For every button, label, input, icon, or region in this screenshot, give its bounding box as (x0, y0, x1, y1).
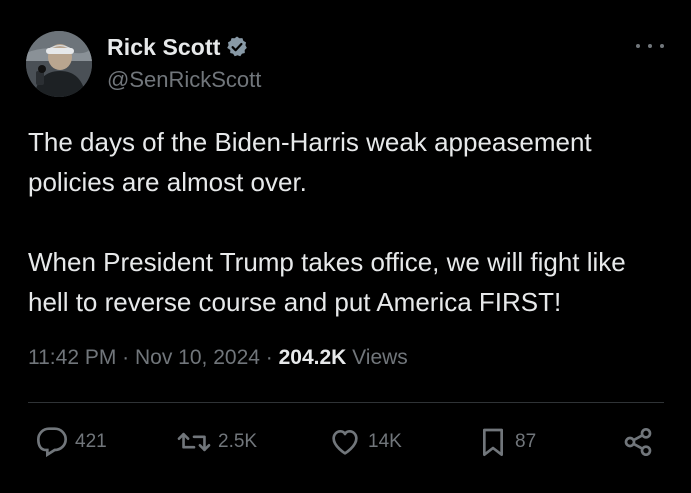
tweet-time[interactable]: 11:42 PM (28, 346, 116, 369)
tweet-date[interactable]: Nov 10, 2024 (135, 346, 260, 369)
tweet-card: Rick Scott @SenRickScott The days of the… (0, 0, 691, 493)
share-button[interactable] (622, 424, 654, 460)
display-name[interactable]: Rick Scott (107, 34, 220, 61)
bookmark-button[interactable]: 87 (478, 424, 536, 460)
author-name-row[interactable]: Rick Scott (107, 33, 249, 61)
tweet-paragraph: When President Trump takes office, we wi… (28, 247, 626, 317)
handle[interactable]: @SenRickScott (107, 67, 261, 93)
retweet-button[interactable]: 2.5K (177, 424, 257, 460)
more-icon[interactable] (636, 38, 664, 54)
bookmark-icon (478, 426, 508, 458)
tweet-text: The days of the Biden-Harris weak appeas… (28, 122, 668, 322)
heart-icon (329, 426, 361, 458)
like-count: 14K (368, 431, 402, 452)
retweet-icon (177, 426, 211, 458)
share-icon (622, 426, 654, 458)
more-dot (660, 44, 664, 48)
reply-icon (36, 426, 68, 458)
more-dot (648, 44, 652, 48)
tweet-paragraph: The days of the Biden-Harris weak appeas… (28, 127, 592, 197)
more-dot (636, 44, 640, 48)
meta-separator: · (116, 346, 135, 369)
reply-button[interactable]: 421 (36, 424, 107, 460)
views-label: Views (346, 346, 408, 369)
divider (28, 402, 664, 403)
like-button[interactable]: 14K (329, 424, 402, 460)
meta-separator: · (259, 346, 279, 369)
avatar[interactable] (26, 31, 92, 97)
views-count: 204.2K (278, 346, 347, 369)
retweet-count: 2.5K (218, 431, 258, 452)
tweet-meta: 11:42 PM · Nov 10, 2024 · 204.2K Views (28, 346, 408, 370)
bookmark-count: 87 (515, 431, 537, 452)
reply-count: 421 (75, 431, 107, 452)
verified-badge-icon (225, 35, 249, 59)
